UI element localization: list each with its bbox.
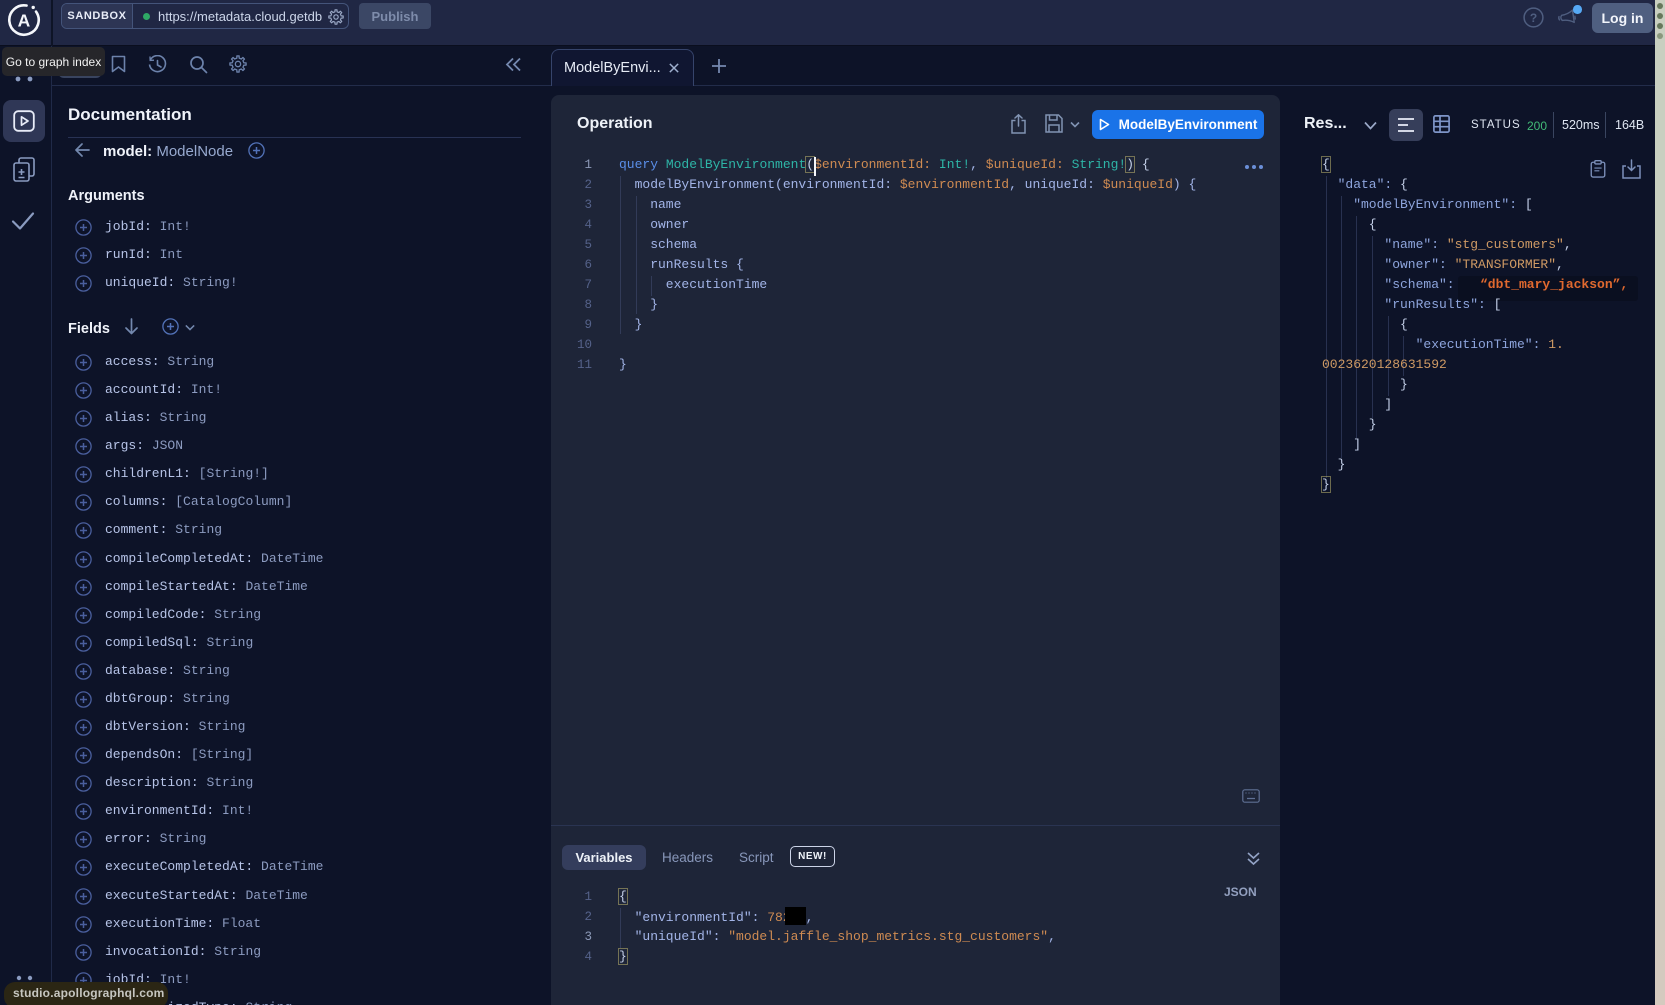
- svg-text:A: A: [18, 11, 31, 31]
- svg-text:?: ?: [1530, 11, 1537, 25]
